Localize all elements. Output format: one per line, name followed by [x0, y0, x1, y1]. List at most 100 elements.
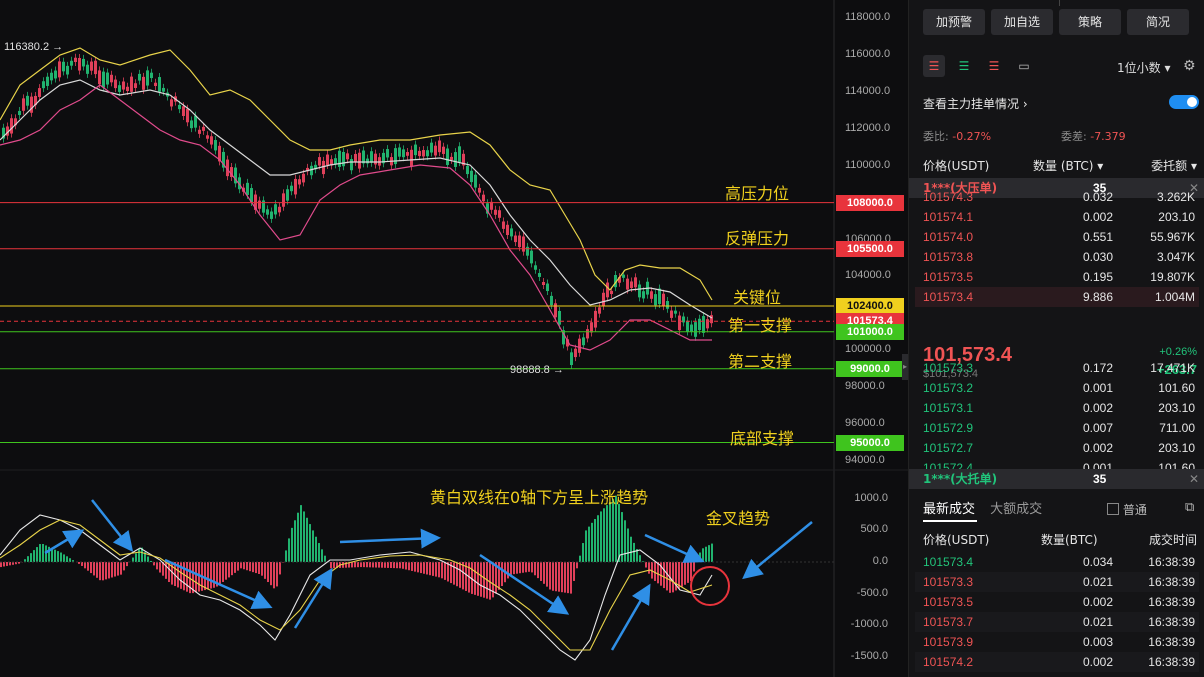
candle-body — [158, 77, 161, 92]
bid-row[interactable]: 101573.2 0.001 101.60 — [915, 378, 1199, 398]
close-icon[interactable]: ✕ — [1189, 469, 1199, 489]
overview-button[interactable]: 简况 — [1127, 9, 1189, 35]
candle-body — [666, 300, 669, 309]
latest-tab-underline — [923, 520, 977, 522]
ask-row[interactable]: 101573.8 0.030 3.047K — [915, 247, 1199, 267]
macd-axis-label: 1000.0 — [854, 491, 888, 504]
candle-body — [198, 129, 201, 134]
macd-bar — [306, 517, 308, 562]
row-qty: 0.172 — [1082, 361, 1113, 375]
candle-body — [22, 98, 25, 111]
macd-bar — [687, 562, 689, 583]
price-axis-label: 118000.0 — [845, 11, 891, 23]
candle-body — [514, 235, 517, 243]
macd-bar — [270, 562, 272, 586]
candle-body — [634, 277, 637, 288]
asks-view-icon[interactable]: ☰ — [983, 55, 1005, 77]
add-alert-button[interactable]: 加预警 — [923, 9, 985, 35]
candle-body — [414, 144, 417, 156]
macd-bar — [153, 562, 155, 566]
main-orders-toggle[interactable] — [1169, 95, 1199, 109]
candle-body — [50, 72, 53, 81]
macd-bar — [213, 562, 215, 588]
macd-bar — [477, 562, 479, 596]
decimal-select[interactable]: 1位小数 ▾ — [1117, 59, 1171, 76]
trade-qty: 0.002 — [1082, 595, 1113, 609]
macd-bar — [474, 562, 476, 595]
candle-body — [530, 250, 533, 264]
qty-header[interactable]: 数量 (BTC) — [1033, 159, 1093, 173]
macd-bar — [624, 520, 626, 562]
candle-body — [70, 60, 73, 66]
row-total: 101.60 — [1158, 381, 1195, 395]
macd-bar — [573, 562, 575, 581]
bid-row[interactable]: 101572.7 0.002 203.10 — [915, 438, 1199, 458]
row-total: 3.047K — [1156, 250, 1195, 264]
expand-icon[interactable]: ⧉ — [1185, 499, 1194, 515]
strategy-button[interactable]: 策略 — [1059, 9, 1121, 35]
candle-body — [350, 159, 353, 171]
ask-row[interactable]: 101574.0 0.551 55.967K — [915, 227, 1199, 247]
price-chart[interactable]: 118000.0 116000.0 114000.0 112000.0 110000.0… — [0, 0, 908, 677]
row-qty: 9.886 — [1082, 290, 1113, 304]
macd-bar — [708, 545, 710, 562]
ask-row[interactable]: 101574.3 0.032 3.262K — [915, 187, 1199, 207]
macd-bar — [333, 562, 335, 569]
bid-row[interactable]: 101573.3 0.172 17.471K — [915, 358, 1199, 378]
candle-body — [342, 152, 345, 167]
bid-row[interactable]: 101572.9 0.007 711.00 — [915, 418, 1199, 438]
change-pct: +0.26% — [1159, 346, 1197, 358]
normal-filter-checkbox[interactable]: 普通 — [1107, 501, 1147, 518]
trade-row[interactable]: 101573.4 0.034 16:38:39 — [915, 552, 1199, 572]
macd-bar — [69, 558, 71, 562]
chart-canvas — [0, 0, 908, 677]
main-orders-link[interactable]: 查看主力挂单情况 › — [923, 95, 1028, 112]
macd-bar — [582, 543, 584, 562]
trade-row[interactable]: 101574.2 0.002 16:38:39 — [915, 652, 1199, 672]
candle-body — [290, 185, 293, 192]
ask-row[interactable]: 101573.5 0.195 19.807K — [915, 267, 1199, 287]
trade-price: 101573.7 — [923, 615, 974, 629]
macd-bar — [384, 562, 386, 568]
bid-row[interactable]: 101573.1 0.002 203.10 — [915, 398, 1199, 418]
big-bid-row[interactable]: 1***(大托单) 35 ✕ — [909, 469, 1204, 489]
trades-view-icon[interactable]: ▭ — [1013, 55, 1035, 77]
candle-body — [546, 283, 549, 292]
candle-body — [150, 72, 153, 79]
trade-time: 16:38:39 — [1148, 635, 1195, 649]
middle-band-line — [0, 79, 713, 319]
row-qty: 0.032 — [1082, 190, 1113, 204]
row-total: 1.004M — [1154, 290, 1195, 304]
ask-row[interactable]: 101574.1 0.002 203.10 — [915, 207, 1199, 227]
tab-latest-trades[interactable]: 最新成交 — [923, 502, 975, 517]
add-watchlist-button[interactable]: 加自选 — [991, 9, 1053, 35]
trade-price: 101573.3 — [923, 575, 974, 589]
ask-row[interactable]: 101573.4 9.886 1.004M — [915, 287, 1199, 307]
macd-bar — [381, 562, 383, 568]
macd-bar — [294, 520, 296, 562]
settings-icon[interactable]: ⚙ — [1183, 57, 1196, 74]
macd-bar — [33, 550, 35, 562]
macd-bar — [630, 536, 632, 562]
tab-large-trades[interactable]: 大额成交 — [990, 502, 1042, 517]
bids-view-icon[interactable]: ☰ — [953, 55, 975, 77]
candle-body — [46, 76, 49, 86]
trade-row[interactable]: 101573.9 0.003 16:38:39 — [915, 632, 1199, 652]
both-sides-view-icon[interactable]: ☰ — [923, 55, 945, 77]
macd-bar — [408, 562, 410, 571]
macd-bar — [579, 555, 581, 562]
macd-bar — [18, 562, 20, 564]
trade-row[interactable]: 101573.5 0.002 16:38:39 — [915, 592, 1199, 612]
trade-row[interactable]: 101573.3 0.021 16:38:39 — [915, 572, 1199, 592]
level-label: 底部支撑 — [730, 429, 795, 448]
macd-bar — [264, 562, 266, 579]
trade-row[interactable]: 101573.7 0.021 16:38:39 — [915, 612, 1199, 632]
macd-bar — [558, 562, 560, 592]
macd-bar — [399, 562, 401, 569]
macd-bar — [261, 562, 263, 576]
macd-bar — [705, 546, 707, 562]
candle-body — [658, 288, 661, 305]
total-header[interactable]: 委托额 — [1151, 159, 1187, 173]
candle-body — [538, 273, 541, 277]
macd-bar — [648, 562, 650, 574]
